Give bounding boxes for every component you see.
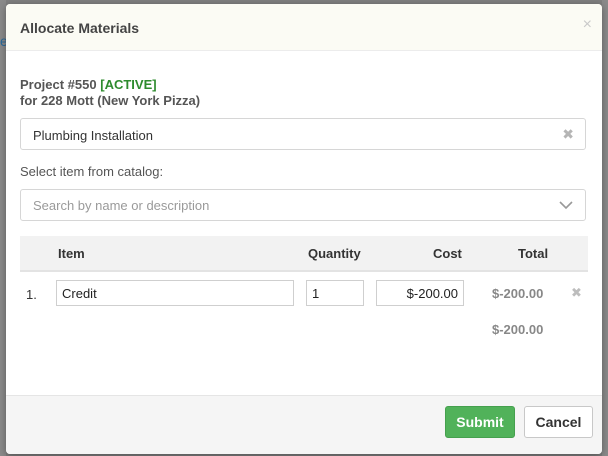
dialog-title: Allocate Materials xyxy=(20,20,140,36)
dialog-header: Allocate Materials × xyxy=(6,4,602,51)
submit-button[interactable]: Submit xyxy=(445,406,515,438)
cancel-button[interactable]: Cancel xyxy=(524,406,593,438)
table-row: 1. $-200.00 ✖ xyxy=(20,276,588,316)
quantity-input[interactable] xyxy=(306,280,364,306)
catalog-label: Select item from catalog: xyxy=(20,164,164,179)
backdrop-right xyxy=(602,0,608,456)
chevron-down-icon[interactable] xyxy=(559,198,573,212)
service-select-value: Plumbing Installation xyxy=(33,128,153,143)
column-header-total: Total xyxy=(518,246,549,261)
column-header-quantity: Quantity xyxy=(308,246,361,261)
allocate-materials-dialog: Allocate Materials × Project #550 [ACTIV… xyxy=(6,4,602,454)
items-table-header: Item Quantity Cost Total xyxy=(20,236,588,272)
remove-row-icon[interactable]: ✖ xyxy=(571,285,582,301)
project-number-text: Project #550 xyxy=(20,77,97,92)
row-total: $-200.00 xyxy=(492,286,544,301)
column-header-item: Item xyxy=(58,246,85,261)
catalog-search[interactable] xyxy=(20,189,586,221)
row-number: 1. xyxy=(26,287,37,302)
project-location: for 228 Mott (New York Pizza) xyxy=(20,93,201,108)
cost-input[interactable] xyxy=(376,280,464,306)
column-header-cost: Cost xyxy=(433,246,462,261)
catalog-search-input[interactable] xyxy=(21,190,565,220)
service-select[interactable]: Plumbing Installation ✖ xyxy=(20,118,586,150)
close-icon[interactable]: × xyxy=(583,16,592,34)
status-badge: [ACTIVE] xyxy=(100,77,157,92)
clear-icon[interactable]: ✖ xyxy=(562,126,574,143)
dialog-footer: Submit Cancel xyxy=(6,395,602,454)
grand-total: $-200.00 xyxy=(492,322,544,337)
item-name-input[interactable] xyxy=(56,280,294,306)
project-number: Project #550 [ACTIVE] xyxy=(20,77,157,92)
